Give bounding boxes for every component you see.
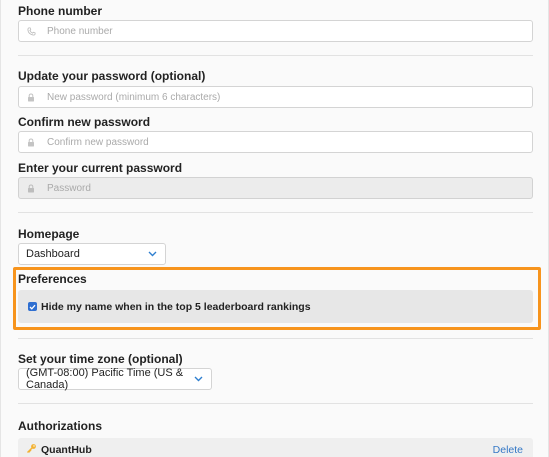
lock-icon [26,137,36,147]
current-password-label: Enter your current password [18,161,183,175]
chevron-down-icon [148,248,157,260]
divider [18,212,533,213]
timezone-selected-value: (GMT-08:00) Pacific Time (US & Canada) [26,367,184,391]
preferences-label: Preferences [18,272,87,286]
authorization-name: QuantHub [41,444,92,456]
confirm-password-field[interactable] [18,131,533,153]
phone-input[interactable] [47,25,507,37]
homepage-label: Homepage [18,227,80,241]
update-password-label: Update your password (optional) [18,69,206,83]
lock-icon [26,92,36,102]
phone-icon [26,26,36,36]
preferences-box: Hide my name when in the top 5 leaderboa… [18,290,533,323]
homepage-selected-value: Dashboard [26,248,80,260]
homepage-select[interactable]: Dashboard [18,243,166,265]
authorization-row: QuantHub Delete [18,438,533,457]
confirm-password-label: Confirm new password [18,115,151,129]
account-settings-page: Phone number Update your password (optio… [0,0,549,457]
key-icon [26,441,37,457]
lock-icon [26,183,36,193]
new-password-input[interactable] [47,91,507,103]
divider [18,338,533,339]
phone-field[interactable] [18,20,533,42]
chevron-down-icon [194,373,203,385]
current-password-field[interactable] [18,177,533,199]
phone-label: Phone number [18,4,103,18]
divider [18,55,533,56]
authorizations-label: Authorizations [18,419,102,433]
confirm-password-input[interactable] [47,136,507,148]
hide-name-label[interactable]: Hide my name when in the top 5 leaderboa… [41,301,311,313]
divider [18,403,533,404]
timezone-label: Set your time zone (optional) [18,352,183,366]
timezone-select[interactable]: (GMT-08:00) Pacific Time (US & Canada) [18,367,212,391]
hide-name-checkbox[interactable] [28,302,37,311]
current-password-input[interactable] [47,182,507,194]
delete-authorization-link[interactable]: Delete [493,444,523,456]
new-password-field[interactable] [18,86,533,108]
